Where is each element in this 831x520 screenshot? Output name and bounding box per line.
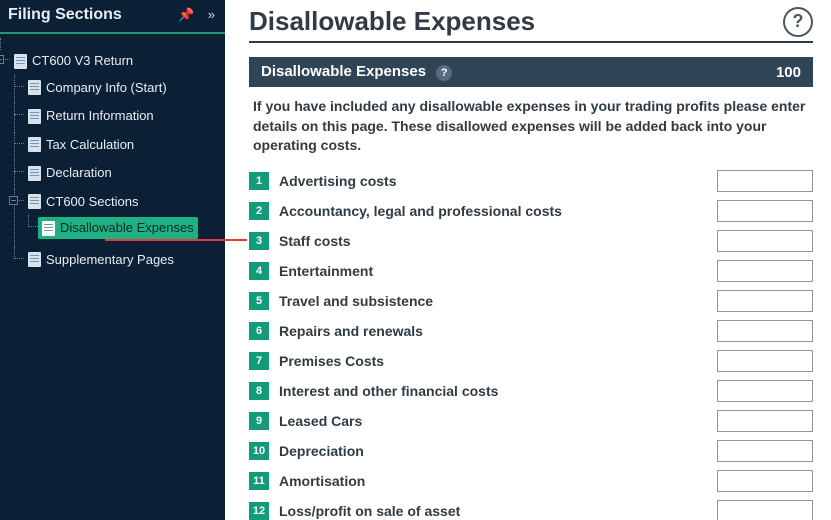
tree-item-disallowable-expenses[interactable]: Disallowable Expenses — [38, 217, 198, 239]
section-band: Disallowable Expenses ? 100 — [249, 57, 813, 87]
row-input[interactable] — [717, 230, 813, 252]
tree-label: Tax Calculation — [46, 135, 134, 155]
document-icon — [28, 109, 41, 124]
row-label: Interest and other financial costs — [279, 383, 717, 399]
tree-root[interactable]: CT600 V3 Return — [10, 50, 137, 72]
tree-label: Company Info (Start) — [46, 78, 167, 98]
row-input[interactable] — [717, 470, 813, 492]
tree-item-tax-calc[interactable]: Tax Calculation — [24, 134, 138, 156]
document-icon — [28, 80, 41, 95]
row-input[interactable] — [717, 290, 813, 312]
tree-expander[interactable]: − — [9, 196, 18, 205]
row-number: 8 — [249, 382, 269, 400]
row-number: 11 — [249, 472, 269, 490]
tree-label: Return Information — [46, 106, 154, 126]
tree-item-supplementary[interactable]: Supplementary Pages — [24, 249, 178, 271]
expense-rows: 1 Advertising costs 2 Accountancy, legal an… — [249, 170, 813, 520]
row-input[interactable] — [717, 320, 813, 342]
collapse-icon[interactable]: » — [208, 7, 215, 22]
pin-icon[interactable]: 📌 — [178, 7, 194, 22]
row-label: Repairs and renewals — [279, 323, 717, 339]
expense-row: 9 Leased Cars — [249, 410, 813, 432]
document-icon — [14, 54, 27, 69]
section-label: Disallowable Expenses — [261, 63, 426, 80]
row-label: Staff costs — [279, 233, 717, 249]
document-icon — [28, 137, 41, 152]
row-label: Premises Costs — [279, 353, 717, 369]
tree-label: CT600 Sections — [46, 192, 139, 212]
tree-label: Declaration — [46, 163, 112, 183]
main-content: Disallowable Expenses ? Disallowable Exp… — [225, 0, 831, 520]
expense-row: 3 Staff costs — [249, 230, 813, 252]
row-input[interactable] — [717, 350, 813, 372]
document-icon — [28, 194, 41, 209]
row-label: Travel and subsistence — [279, 293, 717, 309]
expense-row: 2 Accountancy, legal and professional cos… — [249, 200, 813, 222]
sidebar-header: Filing Sections 📌 » — [0, 0, 225, 34]
expense-row: 7 Premises Costs — [249, 350, 813, 372]
row-number: 5 — [249, 292, 269, 310]
row-number: 7 — [249, 352, 269, 370]
row-number: 9 — [249, 412, 269, 430]
row-label: Accountancy, legal and professional cost… — [279, 203, 717, 219]
row-label: Advertising costs — [279, 173, 717, 189]
row-input[interactable] — [717, 260, 813, 282]
document-icon — [28, 252, 41, 267]
tree-label: Supplementary Pages — [46, 250, 174, 270]
row-input[interactable] — [717, 410, 813, 432]
expense-row: 12 Loss/profit on sale of asset — [249, 500, 813, 520]
row-number: 1 — [249, 172, 269, 190]
document-icon — [28, 166, 41, 181]
row-number: 12 — [249, 502, 269, 520]
expense-row: 8 Interest and other financial costs — [249, 380, 813, 402]
row-number: 2 — [249, 202, 269, 220]
expense-row: 4 Entertainment — [249, 260, 813, 282]
tree-label: CT600 V3 Return — [32, 51, 133, 71]
row-label: Loss/profit on sale of asset — [279, 503, 717, 519]
tree-label: Disallowable Expenses — [60, 218, 194, 238]
tree-item-ct600-sections[interactable]: CT600 Sections — [24, 191, 143, 213]
row-number: 10 — [249, 442, 269, 460]
page-header: Disallowable Expenses ? — [249, 4, 813, 43]
page-title: Disallowable Expenses — [249, 6, 535, 37]
row-label: Amortisation — [279, 473, 717, 489]
sidebar-title: Filing Sections — [8, 6, 122, 24]
tree-item-company-info[interactable]: Company Info (Start) — [24, 77, 171, 99]
tree-item-declaration[interactable]: Declaration — [24, 162, 116, 184]
expense-row: 6 Repairs and renewals — [249, 320, 813, 342]
tree-item-return-info[interactable]: Return Information — [24, 105, 158, 127]
expense-row: 5 Travel and subsistence — [249, 290, 813, 312]
row-label: Leased Cars — [279, 413, 717, 429]
row-input[interactable] — [717, 170, 813, 192]
row-label: Entertainment — [279, 263, 717, 279]
row-label: Depreciation — [279, 443, 717, 459]
row-input[interactable] — [717, 500, 813, 520]
section-help-icon[interactable]: ? — [436, 65, 452, 81]
selection-underline — [105, 239, 247, 241]
intro-text: If you have included any disallowable ex… — [253, 97, 809, 156]
tree-expander[interactable]: − — [0, 55, 4, 64]
expense-row: 1 Advertising costs — [249, 170, 813, 192]
section-total: 100 — [776, 64, 801, 81]
row-input[interactable] — [717, 380, 813, 402]
help-icon[interactable]: ? — [783, 7, 813, 37]
document-icon — [42, 221, 55, 236]
row-number: 6 — [249, 322, 269, 340]
row-number: 3 — [249, 232, 269, 250]
expense-row: 11 Amortisation — [249, 470, 813, 492]
row-input[interactable] — [717, 440, 813, 462]
nav-tree: − CT600 V3 Return Company Info (Start) R… — [0, 34, 225, 283]
row-input[interactable] — [717, 200, 813, 222]
row-number: 4 — [249, 262, 269, 280]
expense-row: 10 Depreciation — [249, 440, 813, 462]
sidebar: Filing Sections 📌 » − CT600 V3 Return Co… — [0, 0, 225, 520]
